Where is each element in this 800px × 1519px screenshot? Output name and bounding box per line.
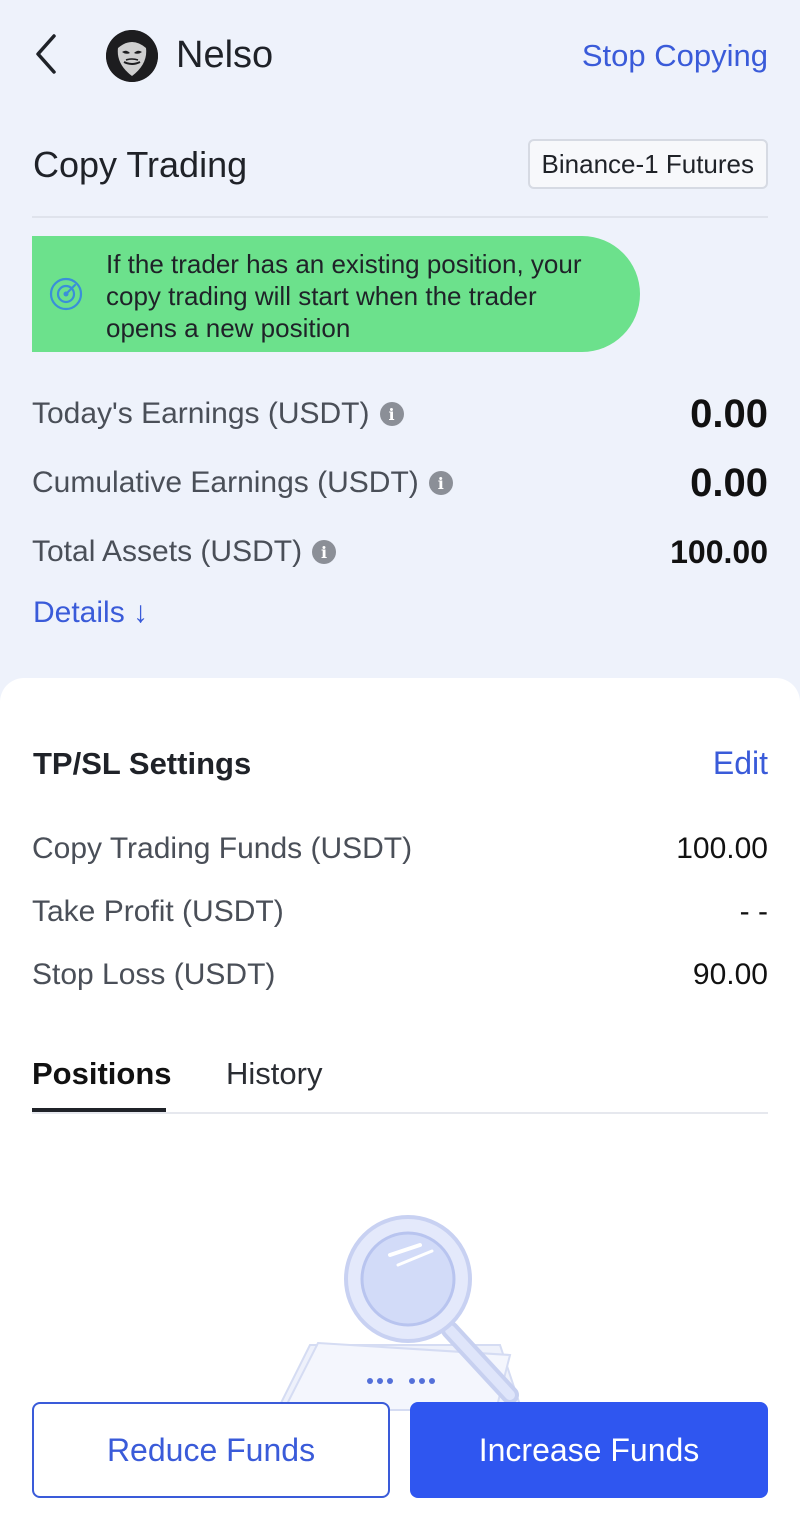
tpsl-label: Stop Loss (USDT): [32, 958, 276, 991]
stat-label-text: Cumulative Earnings (USDT): [32, 466, 419, 499]
tpsl-value: 90.00: [692, 958, 768, 991]
stat-row-total-assets: Total Assets (USDT) i 100.00: [32, 527, 768, 577]
target-icon: [49, 277, 83, 311]
tpsl-value: 100.00: [676, 832, 768, 865]
stat-value: 0.00: [690, 460, 768, 505]
back-button[interactable]: [28, 30, 64, 78]
avatar[interactable]: [106, 30, 158, 82]
stat-label-text: Total Assets (USDT): [32, 535, 303, 568]
divider: [32, 1112, 768, 1114]
stat-label: Total Assets (USDT) i: [32, 535, 337, 569]
tpsl-value: - -: [739, 895, 768, 928]
tpsl-row-funds: Copy Trading Funds (USDT) 100.00: [32, 827, 768, 871]
exchange-badge: Binance-1 Futures: [527, 139, 768, 189]
notice-banner: If the trader has an existing position, …: [32, 236, 640, 352]
notice-text: If the trader has an existing position, …: [106, 249, 582, 343]
tab-positions[interactable]: Positions: [32, 1056, 172, 1092]
header: Nelso Stop Copying: [0, 0, 800, 112]
details-toggle[interactable]: Details ↓: [33, 596, 148, 630]
page-title: Copy Trading: [33, 144, 248, 185]
tpsl-label: Copy Trading Funds (USDT): [32, 832, 413, 865]
info-icon[interactable]: i: [312, 540, 337, 564]
tab-history[interactable]: History: [226, 1056, 322, 1092]
divider: [32, 216, 768, 218]
stat-label: Cumulative Earnings (USDT) i: [32, 466, 453, 500]
stat-value: 100.00: [670, 533, 768, 570]
tpsl-row-stop-loss: Stop Loss (USDT) 90.00: [32, 953, 768, 997]
magnifier-icon: [278, 1215, 522, 1411]
tab-bar: Positions History: [32, 1050, 768, 1114]
stat-value: 0.00: [690, 391, 768, 436]
increase-funds-button[interactable]: Increase Funds: [410, 1402, 768, 1498]
info-icon[interactable]: i: [428, 471, 453, 495]
tpsl-row-take-profit: Take Profit (USDT) - -: [32, 890, 768, 934]
mask-avatar-icon: [106, 30, 158, 82]
stop-copying-button[interactable]: Stop Copying: [582, 38, 768, 74]
chevron-left-icon[interactable]: [32, 32, 60, 76]
trader-name: Nelso: [176, 34, 274, 76]
reduce-funds-button[interactable]: Reduce Funds: [32, 1402, 390, 1498]
stat-label-text: Today's Earnings (USDT): [32, 397, 370, 430]
tpsl-title: TP/SL Settings: [33, 746, 252, 781]
stat-row-cumulative-earnings: Cumulative Earnings (USDT) i 0.00: [32, 458, 768, 508]
stat-row-todays-earnings: Today's Earnings (USDT) i 0.00: [32, 389, 768, 439]
info-icon[interactable]: i: [379, 402, 404, 426]
stat-label: Today's Earnings (USDT) i: [32, 397, 404, 431]
edit-button[interactable]: Edit: [713, 745, 768, 782]
tpsl-label: Take Profit (USDT): [32, 895, 284, 928]
